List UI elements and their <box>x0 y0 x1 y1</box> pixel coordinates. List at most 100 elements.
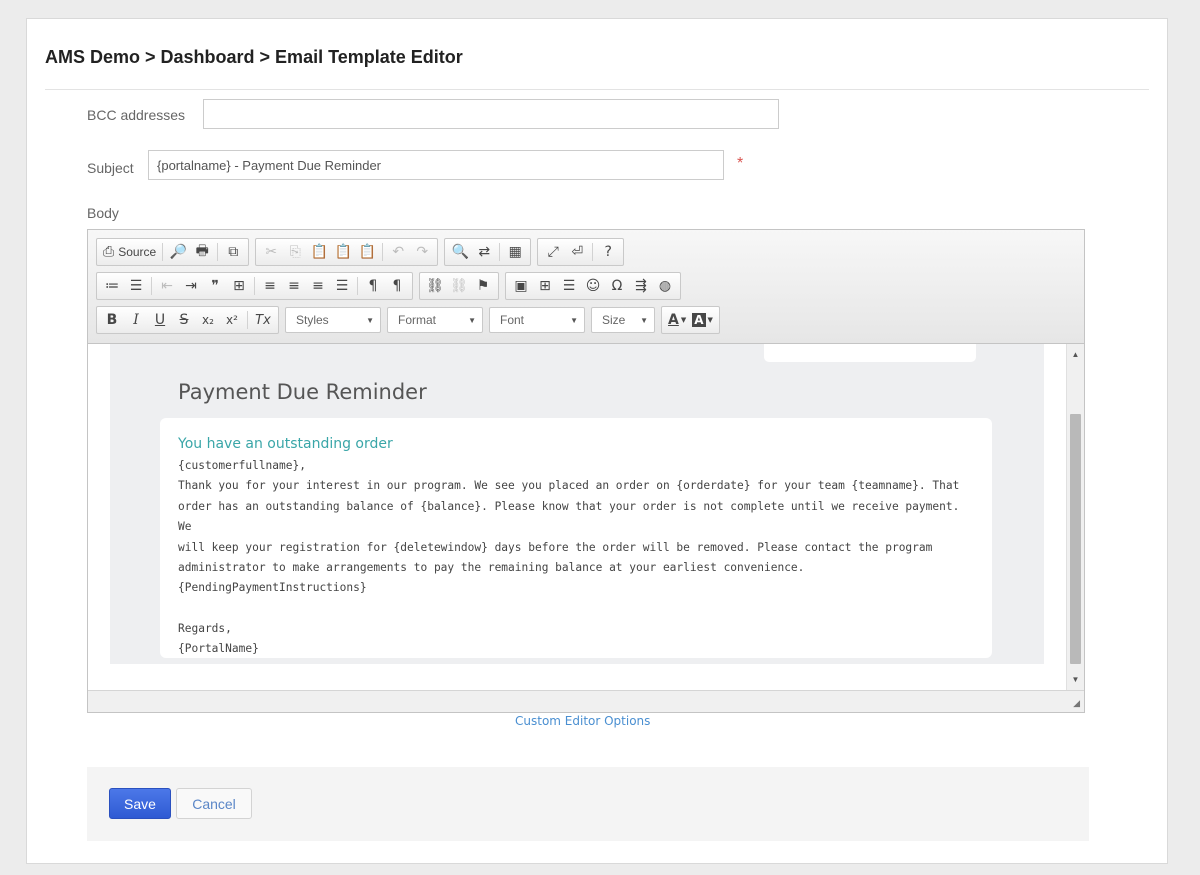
replace-button[interactable]: ⇄ <box>472 241 496 263</box>
toolbar-group-document: ⎙ Source 🔎 🖶 ⧉ <box>96 238 250 266</box>
indent-button[interactable]: ⇥ <box>179 275 203 297</box>
scroll-up-icon[interactable]: ▲ <box>1067 350 1084 359</box>
redo-button[interactable]: ↷ <box>410 241 434 263</box>
toolbar-row-1: ⎙ Source 🔎 🖶 ⧉ ✂ ⎘ 📋 📋 📋 ↶ ↷ 🔍 ⇄ ▦ ⤢ ⏎ ? <box>96 238 630 266</box>
resize-grip-icon[interactable]: ◢ <box>1073 698 1080 709</box>
subject-input[interactable] <box>148 150 724 180</box>
paste-text-button[interactable]: 📋 <box>331 241 355 263</box>
editor-content-area[interactable]: Payment Due Reminder You have an outstan… <box>88 344 1068 692</box>
iframe-button[interactable]: ◍ <box>653 275 677 297</box>
text-color-icon: A <box>668 312 679 328</box>
cut-icon: ✂ <box>265 244 278 260</box>
toolbar-separator <box>162 243 164 261</box>
paste-icon: 📋 <box>310 244 328 260</box>
print-button[interactable]: 🖶 <box>190 241 214 263</box>
format-dropdown-label: Format <box>398 313 437 327</box>
find-button[interactable]: 🔍 <box>448 241 472 263</box>
select-all-icon: ▦ <box>508 244 522 260</box>
globe-icon: ◍ <box>658 278 672 294</box>
unlink-button[interactable]: ⛓ <box>447 275 471 297</box>
unlink-icon: ⛓ <box>450 278 468 294</box>
omega-icon: Ω <box>611 278 623 294</box>
paste-button[interactable]: 📋 <box>307 241 331 263</box>
undo-button[interactable]: ↶ <box>386 241 410 263</box>
ltr-button[interactable]: ¶ <box>361 275 385 297</box>
justify-button[interactable]: ☰ <box>330 275 354 297</box>
bold-button[interactable]: B <box>100 309 124 331</box>
font-dropdown[interactable]: Font ▼ <box>489 307 585 333</box>
font-dropdown-label: Font <box>500 313 525 327</box>
select-all-button[interactable]: ▦ <box>503 241 527 263</box>
maximize-button[interactable]: ⤢ <box>541 241 565 263</box>
size-dropdown[interactable]: Size ▼ <box>591 307 655 333</box>
toolbar-separator <box>151 277 152 295</box>
subscript-button[interactable]: x₂ <box>196 309 220 331</box>
image-button[interactable]: ▣ <box>509 275 533 297</box>
copy-button[interactable]: ⎘ <box>283 241 307 263</box>
email-header-card <box>764 344 976 362</box>
divider <box>45 89 1149 90</box>
blockquote-button[interactable]: ❞ <box>203 275 227 297</box>
editor-scrollbar[interactable]: ▲ ▼ <box>1066 344 1084 692</box>
format-dropdown[interactable]: Format ▼ <box>387 307 483 333</box>
special-char-button[interactable]: Ω <box>605 275 629 297</box>
custom-editor-options-link[interactable]: Custom Editor Options <box>515 714 650 728</box>
smiley-button[interactable]: ☺ <box>581 275 605 297</box>
templates-button[interactable]: ⧉ <box>221 241 245 263</box>
anchor-flag-icon: ⚑ <box>476 278 490 294</box>
chevron-down-icon: ▼ <box>570 315 578 325</box>
bcc-input[interactable] <box>203 99 779 129</box>
remove-format-button[interactable]: Tx <box>251 309 275 331</box>
scroll-down-icon[interactable]: ▼ <box>1067 675 1084 684</box>
strike-button[interactable]: S <box>172 309 196 331</box>
text-color-button[interactable]: A ▼ <box>665 309 689 331</box>
find-icon: 🔍 <box>451 244 469 260</box>
email-line <box>178 599 974 619</box>
editor-toolbar: ⎙ Source 🔎 🖶 ⧉ ✂ ⎘ 📋 📋 📋 ↶ ↷ 🔍 ⇄ ▦ ⤢ ⏎ ?… <box>88 230 1084 344</box>
bold-icon: B <box>106 312 118 328</box>
horizontal-line-button[interactable]: ☰ <box>557 275 581 297</box>
rtl-button[interactable]: ¶ <box>385 275 409 297</box>
paste-text-icon: 📋 <box>334 244 352 260</box>
help-button[interactable]: ? <box>596 241 620 263</box>
save-button[interactable]: Save <box>109 788 171 819</box>
ltr-icon: ¶ <box>368 278 378 294</box>
email-line: Regards, <box>178 621 232 635</box>
div-container-button[interactable]: ⊞ <box>227 275 251 297</box>
paste-word-button[interactable]: 📋 <box>355 241 379 263</box>
toolbar-group-editing: 🔍 ⇄ ▦ <box>444 238 532 266</box>
chevron-down-icon: ▼ <box>468 315 476 325</box>
table-button[interactable]: ⊞ <box>533 275 557 297</box>
italic-button[interactable]: I <box>124 309 148 331</box>
div-container-icon: ⊞ <box>233 278 245 294</box>
justify-icon: ☰ <box>335 278 349 294</box>
outdent-button[interactable]: ⇤ <box>155 275 179 297</box>
remove-format-icon: Tx <box>255 312 271 328</box>
page-break-button[interactable]: ⇶ <box>629 275 653 297</box>
align-right-button[interactable]: ≡ <box>306 275 330 297</box>
cut-button[interactable]: ✂ <box>259 241 283 263</box>
toolbar-group-basic-styles: B I U S x₂ x² Tx <box>96 306 279 334</box>
link-button[interactable]: ⛓ <box>423 275 447 297</box>
cancel-button[interactable]: Cancel <box>176 788 252 819</box>
styles-dropdown[interactable]: Styles ▼ <box>285 307 381 333</box>
bcc-label: BCC addresses <box>87 107 186 123</box>
show-blocks-button[interactable]: ⏎ <box>565 241 589 263</box>
background-color-button[interactable]: A ▼ <box>689 309 716 331</box>
align-left-button[interactable]: ≡ <box>258 275 282 297</box>
numbered-list-button[interactable]: ≔ <box>100 275 124 297</box>
anchor-button[interactable]: ⚑ <box>471 275 495 297</box>
superscript-button[interactable]: x² <box>220 309 244 331</box>
copy-icon: ⎘ <box>289 244 301 260</box>
scrollbar-thumb[interactable] <box>1070 414 1081 664</box>
source-icon: ⎙ <box>103 244 115 260</box>
editor-status-bar: ◢ <box>88 690 1084 712</box>
toolbar-group-colors: A ▼ A ▼ <box>661 306 720 334</box>
email-line: {PendingPaymentInstructions} <box>178 581 367 595</box>
source-button[interactable]: ⎙ Source <box>100 241 159 263</box>
preview-button[interactable]: 🔎 <box>166 241 190 263</box>
italic-icon: I <box>133 312 139 328</box>
align-center-button[interactable]: ≡ <box>282 275 306 297</box>
underline-button[interactable]: U <box>148 309 172 331</box>
bulleted-list-button[interactable]: ☰ <box>124 275 148 297</box>
